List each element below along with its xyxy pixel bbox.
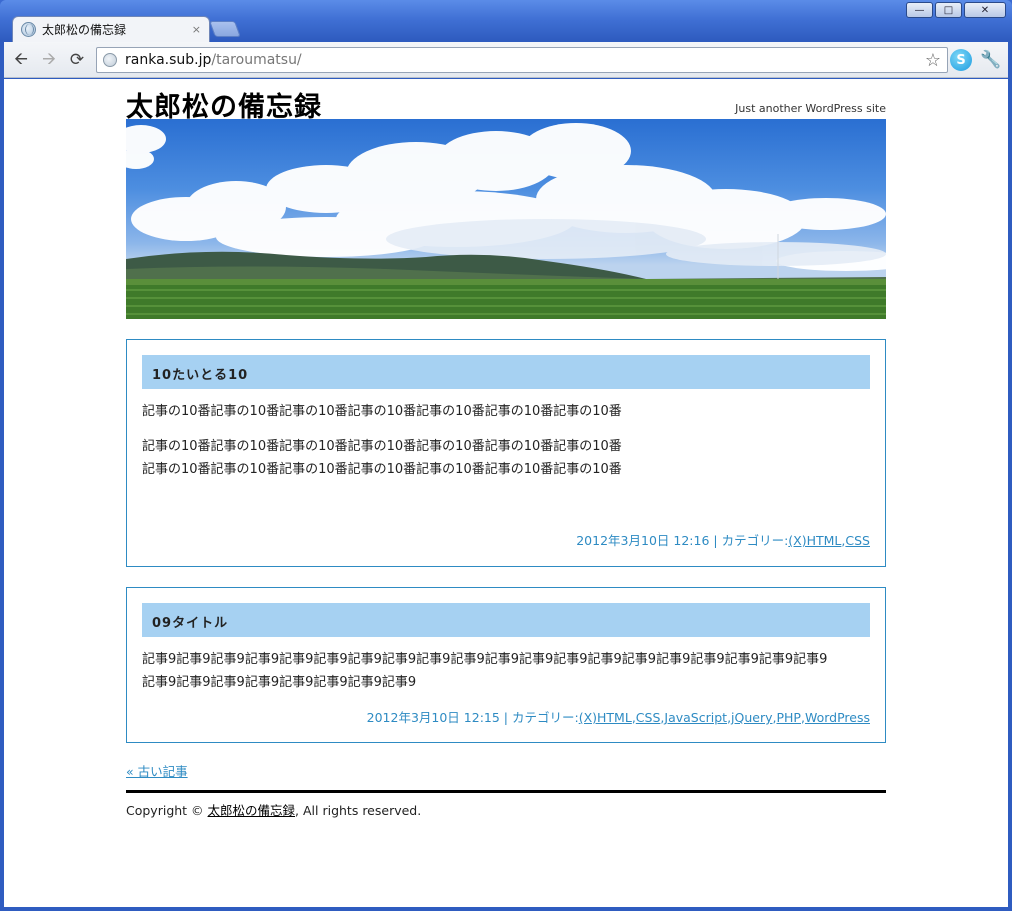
post-line: 記事9記事9記事9記事9記事9記事9記事9記事9 [142, 675, 417, 690]
copyright-suffix: , All rights reserved. [295, 803, 422, 818]
meta-separator: | [503, 710, 512, 725]
page-viewport: 太郎松の備忘録 Just another WordPress site 10たい… [4, 79, 1008, 907]
skype-extension-icon[interactable]: S [950, 49, 972, 71]
category-link[interactable]: CSS [845, 533, 870, 548]
browser-window: — □ ✕ 太郎松の備忘録 × 🡨 🡪 ⟳ ranka.sub.jp/tarou… [0, 0, 1012, 911]
post-meta: 2012年3月10日 12:15 | カテゴリー:(X)HTML,CSS,Jav… [366, 710, 870, 725]
footer-site-link[interactable]: 太郎松の備忘録 [208, 803, 296, 818]
post-title[interactable]: 09タイトル [142, 603, 870, 637]
post-line: 記事の10番記事の10番記事の10番記事の10番記事の10番記事の10番記事の1… [142, 439, 622, 454]
category-link[interactable]: jQuery [731, 710, 772, 725]
post-article: 10たいとる10 記事の10番記事の10番記事の10番記事の10番記事の10番記… [126, 339, 886, 567]
wrench-menu-icon[interactable]: 🔧 [980, 49, 1002, 71]
address-bar[interactable]: ranka.sub.jp/taroumatsu/ ☆ [96, 47, 948, 73]
url-host: ranka.sub.jp [125, 52, 212, 68]
post-content: 記事の10番記事の10番記事の10番記事の10番記事の10番記事の10番記事の1… [142, 400, 870, 493]
category-link[interactable]: PHP [777, 710, 801, 725]
category-label: カテゴリー: [511, 710, 579, 725]
browser-tab-active[interactable]: 太郎松の備忘録 × [12, 16, 210, 42]
tab-close-icon[interactable]: × [192, 23, 201, 36]
post-date: 2012年3月10日 12:16 [576, 533, 710, 548]
category-link[interactable]: (X)HTML [579, 710, 632, 725]
post-line: 記事の10番記事の10番記事の10番記事の10番記事の10番記事の10番記事の1… [142, 462, 622, 477]
minimize-button[interactable]: — [906, 2, 933, 18]
post-title[interactable]: 10たいとる10 [142, 355, 870, 389]
browser-toolbar: 🡨 🡪 ⟳ ranka.sub.jp/taroumatsu/ ☆ S 🔧 [4, 42, 1008, 78]
tab-title: 太郎松の備忘録 [42, 23, 127, 37]
meta-separator: | [713, 533, 722, 548]
post-line: 記事9記事9記事9記事9記事9記事9記事9記事9記事9記事9記事9記事9記事9記… [142, 652, 828, 667]
post-date: 2012年3月10日 12:15 [366, 710, 500, 725]
site-globe-icon [103, 53, 117, 67]
globe-icon [21, 22, 36, 37]
older-posts-link[interactable]: « 古い記事 [126, 761, 188, 780]
post-paragraph: 記事の10番記事の10番記事の10番記事の10番記事の10番記事の10番記事の1… [142, 435, 870, 481]
copyright-prefix: Copyright © [126, 803, 208, 818]
post-article: 09タイトル 記事9記事9記事9記事9記事9記事9記事9記事9記事9記事9記事9… [126, 587, 886, 743]
footer-copyright: Copyright © 太郎松の備忘録, All rights reserved… [126, 800, 421, 819]
post-content: 記事9記事9記事9記事9記事9記事9記事9記事9記事9記事9記事9記事9記事9記… [142, 648, 870, 706]
bookmark-star-icon[interactable]: ☆ [925, 50, 941, 71]
footer-divider [126, 790, 886, 793]
category-link[interactable]: WordPress [805, 710, 870, 725]
maximize-button[interactable]: □ [935, 2, 962, 18]
post-line: 記事の10番記事の10番記事の10番記事の10番記事の10番記事の10番記事の1… [142, 404, 622, 419]
post-paragraph: 記事の10番記事の10番記事の10番記事の10番記事の10番記事の10番記事の1… [142, 400, 870, 423]
category-label: カテゴリー: [721, 533, 789, 548]
forward-arrow-icon[interactable]: 🡪 [38, 49, 60, 71]
header-image [126, 119, 886, 319]
window-controls: — □ ✕ [906, 2, 1006, 18]
category-link[interactable]: (X)HTML [788, 533, 841, 548]
post-paragraph: 記事9記事9記事9記事9記事9記事9記事9記事9記事9記事9記事9記事9記事9記… [142, 648, 870, 694]
category-link[interactable]: JavaScript [664, 710, 727, 725]
site-tagline: Just another WordPress site [735, 102, 886, 115]
category-link[interactable]: CSS [636, 710, 661, 725]
close-window-button[interactable]: ✕ [964, 2, 1006, 18]
url-path: /taroumatsu/ [211, 52, 302, 68]
back-arrow-icon[interactable]: 🡨 [10, 49, 32, 71]
reload-icon[interactable]: ⟳ [66, 49, 88, 71]
post-meta: 2012年3月10日 12:16 | カテゴリー:(X)HTML,CSS [576, 533, 870, 548]
new-tab-button[interactable] [209, 21, 241, 37]
